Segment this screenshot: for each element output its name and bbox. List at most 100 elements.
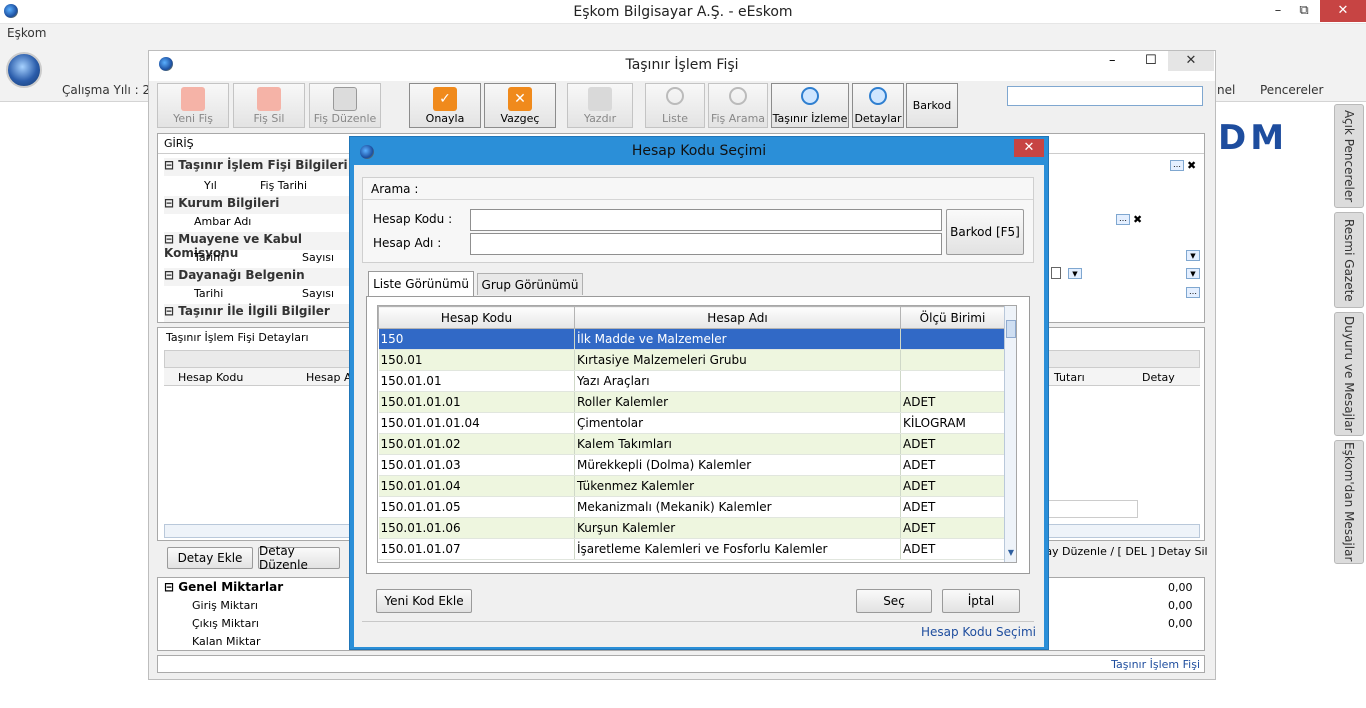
table-row[interactable]: 150.01 Kırtasiye Malzemeleri Grubu	[378, 349, 1005, 371]
sayisi-label: Sayısı	[302, 251, 335, 264]
cell-olcu-birimi: ADET	[900, 391, 1005, 413]
detay-duzenle-button[interactable]: Detay Düzenle	[258, 544, 340, 572]
table-row[interactable]: 150 İlk Madde ve Malzemeler	[378, 328, 1005, 350]
delete-document-icon	[257, 87, 281, 111]
tasinir-izleme-button[interactable]: Taşınır İzleme	[771, 83, 849, 128]
close-icon[interactable]: ✕	[1320, 0, 1366, 22]
cell-hesap-kodu: 150.01	[378, 349, 575, 371]
fis-sil-button[interactable]: Fiş Sil	[233, 83, 305, 128]
cell-olcu-birimi	[900, 349, 1005, 371]
tarihi-label: Tarihi	[194, 251, 224, 264]
window-titlebar: Taşınır İşlem Fişi – ☐ ✕	[149, 51, 1215, 81]
window-maximize-icon[interactable]: ☐	[1145, 53, 1157, 68]
table-row[interactable]: 150.01.01.01 Roller Kalemler ADET	[378, 391, 1005, 413]
section-label: Dayanağı Belgenin	[178, 268, 305, 282]
grid-scroll-thumb[interactable]	[1006, 320, 1016, 338]
cell-olcu-birimi	[900, 370, 1005, 392]
hesap-adi-input[interactable]	[470, 233, 942, 255]
chevron-down-icon[interactable]: ▼	[1186, 268, 1200, 279]
scroll-down-icon[interactable]: ▼	[1006, 548, 1016, 560]
tab-liste-gorunumu[interactable]: Liste Görünümü	[368, 271, 474, 297]
document-icon[interactable]	[1051, 267, 1061, 279]
table-row[interactable]: 150.01.01.05 Mekanizmalı (Mekanik) Kaleml…	[378, 496, 1005, 518]
dialog-body: Arama : Hesap Kodu : Hesap Adı : Barkod …	[354, 165, 1044, 647]
menu-eskom[interactable]: Eşkom	[7, 26, 46, 40]
cell-hesap-kodu: 150.01.01.06	[378, 517, 575, 539]
table-row[interactable]: 150.01.01.07 İşaretleme Kalemleri ve Fosf…	[378, 538, 1005, 560]
side-tab-label: Resmi Gazete	[1342, 218, 1356, 302]
ellipsis-icon[interactable]: …	[1170, 160, 1184, 171]
clear-icon[interactable]: ✖	[1187, 159, 1196, 172]
section-dayanagi[interactable]: ⊟ Dayanağı Belgenin	[164, 268, 354, 286]
restore-icon[interactable]: ⧉	[1294, 0, 1314, 22]
chevron-down-icon[interactable]: ▼	[1186, 250, 1200, 261]
table-row[interactable]: 150.01.01 Yazı Araçları	[378, 370, 1005, 392]
new-document-icon	[181, 87, 205, 111]
onayla-button[interactable]: ✓ Onayla	[409, 83, 481, 128]
cell-hesap-kodu: 150.01.01.01	[378, 391, 575, 413]
dialog-close-icon[interactable]: ✕	[1014, 139, 1044, 157]
barkod-button[interactable]: Barkod	[906, 83, 958, 128]
ellipsis-icon[interactable]: …	[1186, 287, 1200, 298]
sec-button[interactable]: Seç	[856, 589, 932, 613]
section-label: Taşınır İşlem Fişi Bilgileri	[178, 158, 348, 172]
fis-arama-button[interactable]: Fiş Arama	[708, 83, 768, 128]
table-row[interactable]: 150.01.01.04 Tükenmez Kalemler ADET	[378, 475, 1005, 497]
menu-panel[interactable]: nel	[1217, 83, 1235, 97]
minimize-icon[interactable]: –	[1268, 0, 1288, 22]
vazgec-button[interactable]: ✕ Vazgeç	[484, 83, 556, 128]
window-minimize-icon[interactable]: –	[1109, 53, 1116, 68]
section-kurum-bilgileri[interactable]: ⊟ Kurum Bilgileri	[164, 196, 354, 214]
side-tab-resmi-gazete[interactable]: Resmi Gazete	[1334, 212, 1364, 308]
col-tutari[interactable]: Tutarı	[1054, 371, 1085, 384]
sayisi2-label: Sayısı	[302, 287, 335, 300]
menu-pencereler[interactable]: Pencereler	[1260, 83, 1323, 97]
col-detay[interactable]: Detay	[1142, 371, 1175, 384]
cell-hesap-adi: Çimentolar	[574, 412, 901, 434]
yazdir-button[interactable]: Yazdır	[567, 83, 633, 128]
status-text: Taşınır İşlem Fişi	[1111, 658, 1200, 671]
section-fis-bilgileri[interactable]: ⊟ Taşınır İşlem Fişi Bilgileri	[164, 158, 354, 176]
side-tab-label: Eşkom'dan Mesajlar	[1342, 442, 1356, 562]
clear-icon[interactable]: ✖	[1133, 213, 1142, 226]
col-hesap-kodu-header[interactable]: Hesap Kodu	[378, 306, 575, 329]
yil-label: Yıl	[204, 179, 217, 192]
btn-label: Detaylar	[854, 112, 902, 125]
side-tab-eskom-mesajlar[interactable]: Eşkom'dan Mesajlar	[1334, 440, 1364, 564]
tab-grup-gorunumu[interactable]: Grup Görünümü	[477, 273, 583, 295]
btn-label: Barkod	[912, 99, 952, 112]
table-row[interactable]: 150.01.01.06 Kurşun Kalemler ADET	[378, 517, 1005, 539]
side-tab-acik-pencereler[interactable]: Açık Pencereler	[1334, 104, 1364, 208]
barkod-f5-button[interactable]: Barkod [F5]	[946, 209, 1024, 255]
table-row[interactable]: 150.01.01.03 Mürekkepli (Dolma) Kalemler A…	[378, 454, 1005, 476]
detaylar-button[interactable]: Detaylar	[852, 83, 904, 128]
genel-title[interactable]: ⊟ Genel Miktarlar	[164, 580, 283, 594]
yeni-kod-ekle-button[interactable]: Yeni Kod Ekle	[376, 589, 472, 613]
detay-ekle-button[interactable]: Detay Ekle	[167, 547, 253, 569]
ellipsis-icon[interactable]: …	[1116, 214, 1130, 225]
kalan-miktar-value: 0,00	[1168, 617, 1193, 630]
menubar: Eşkom	[0, 24, 1366, 44]
side-tab-duyuru[interactable]: Duyuru ve Mesajlar	[1334, 312, 1364, 436]
details-filter-input[interactable]	[1048, 500, 1138, 518]
col-olcu-birimi-header[interactable]: Ölçü Birimi	[900, 306, 1005, 329]
cell-hesap-adi: Kurşun Kalemler	[574, 517, 901, 539]
table-row[interactable]: 150.01.01.01.04 Çimentolar KİLOGRAM	[378, 412, 1005, 434]
col-hesap-kodu[interactable]: Hesap Kodu	[178, 371, 243, 384]
section-tasinir-bilgiler[interactable]: ⊟ Taşınır İle İlgili Bilgiler	[164, 304, 354, 322]
yeni-fis-button[interactable]: Yeni Fiş	[157, 83, 229, 128]
table-row[interactable]: 150.01.01.02 Kalem Takımları ADET	[378, 433, 1005, 455]
liste-button[interactable]: Liste	[645, 83, 705, 128]
chevron-down-icon[interactable]: ▼	[1068, 268, 1082, 279]
cell-hesap-kodu: 150	[378, 328, 575, 350]
col-hesap-adi-header[interactable]: Hesap Adı	[574, 306, 901, 329]
hesap-kodu-input[interactable]	[470, 209, 942, 231]
app-orb-icon[interactable]	[6, 52, 42, 88]
status-bar: Taşınır İşlem Fişi	[157, 655, 1205, 673]
section-muayene[interactable]: ⊟ Muayene ve Kabul Komisyonu	[164, 232, 354, 260]
iptal-button[interactable]: İptal	[942, 589, 1020, 613]
toolbar-search-input[interactable]	[1007, 86, 1203, 106]
grid-vscrollbar[interactable]: ▼	[1004, 306, 1016, 562]
fis-duzenle-button[interactable]: Fiş Düzenle	[309, 83, 381, 128]
window-close-icon[interactable]: ✕	[1168, 51, 1214, 71]
